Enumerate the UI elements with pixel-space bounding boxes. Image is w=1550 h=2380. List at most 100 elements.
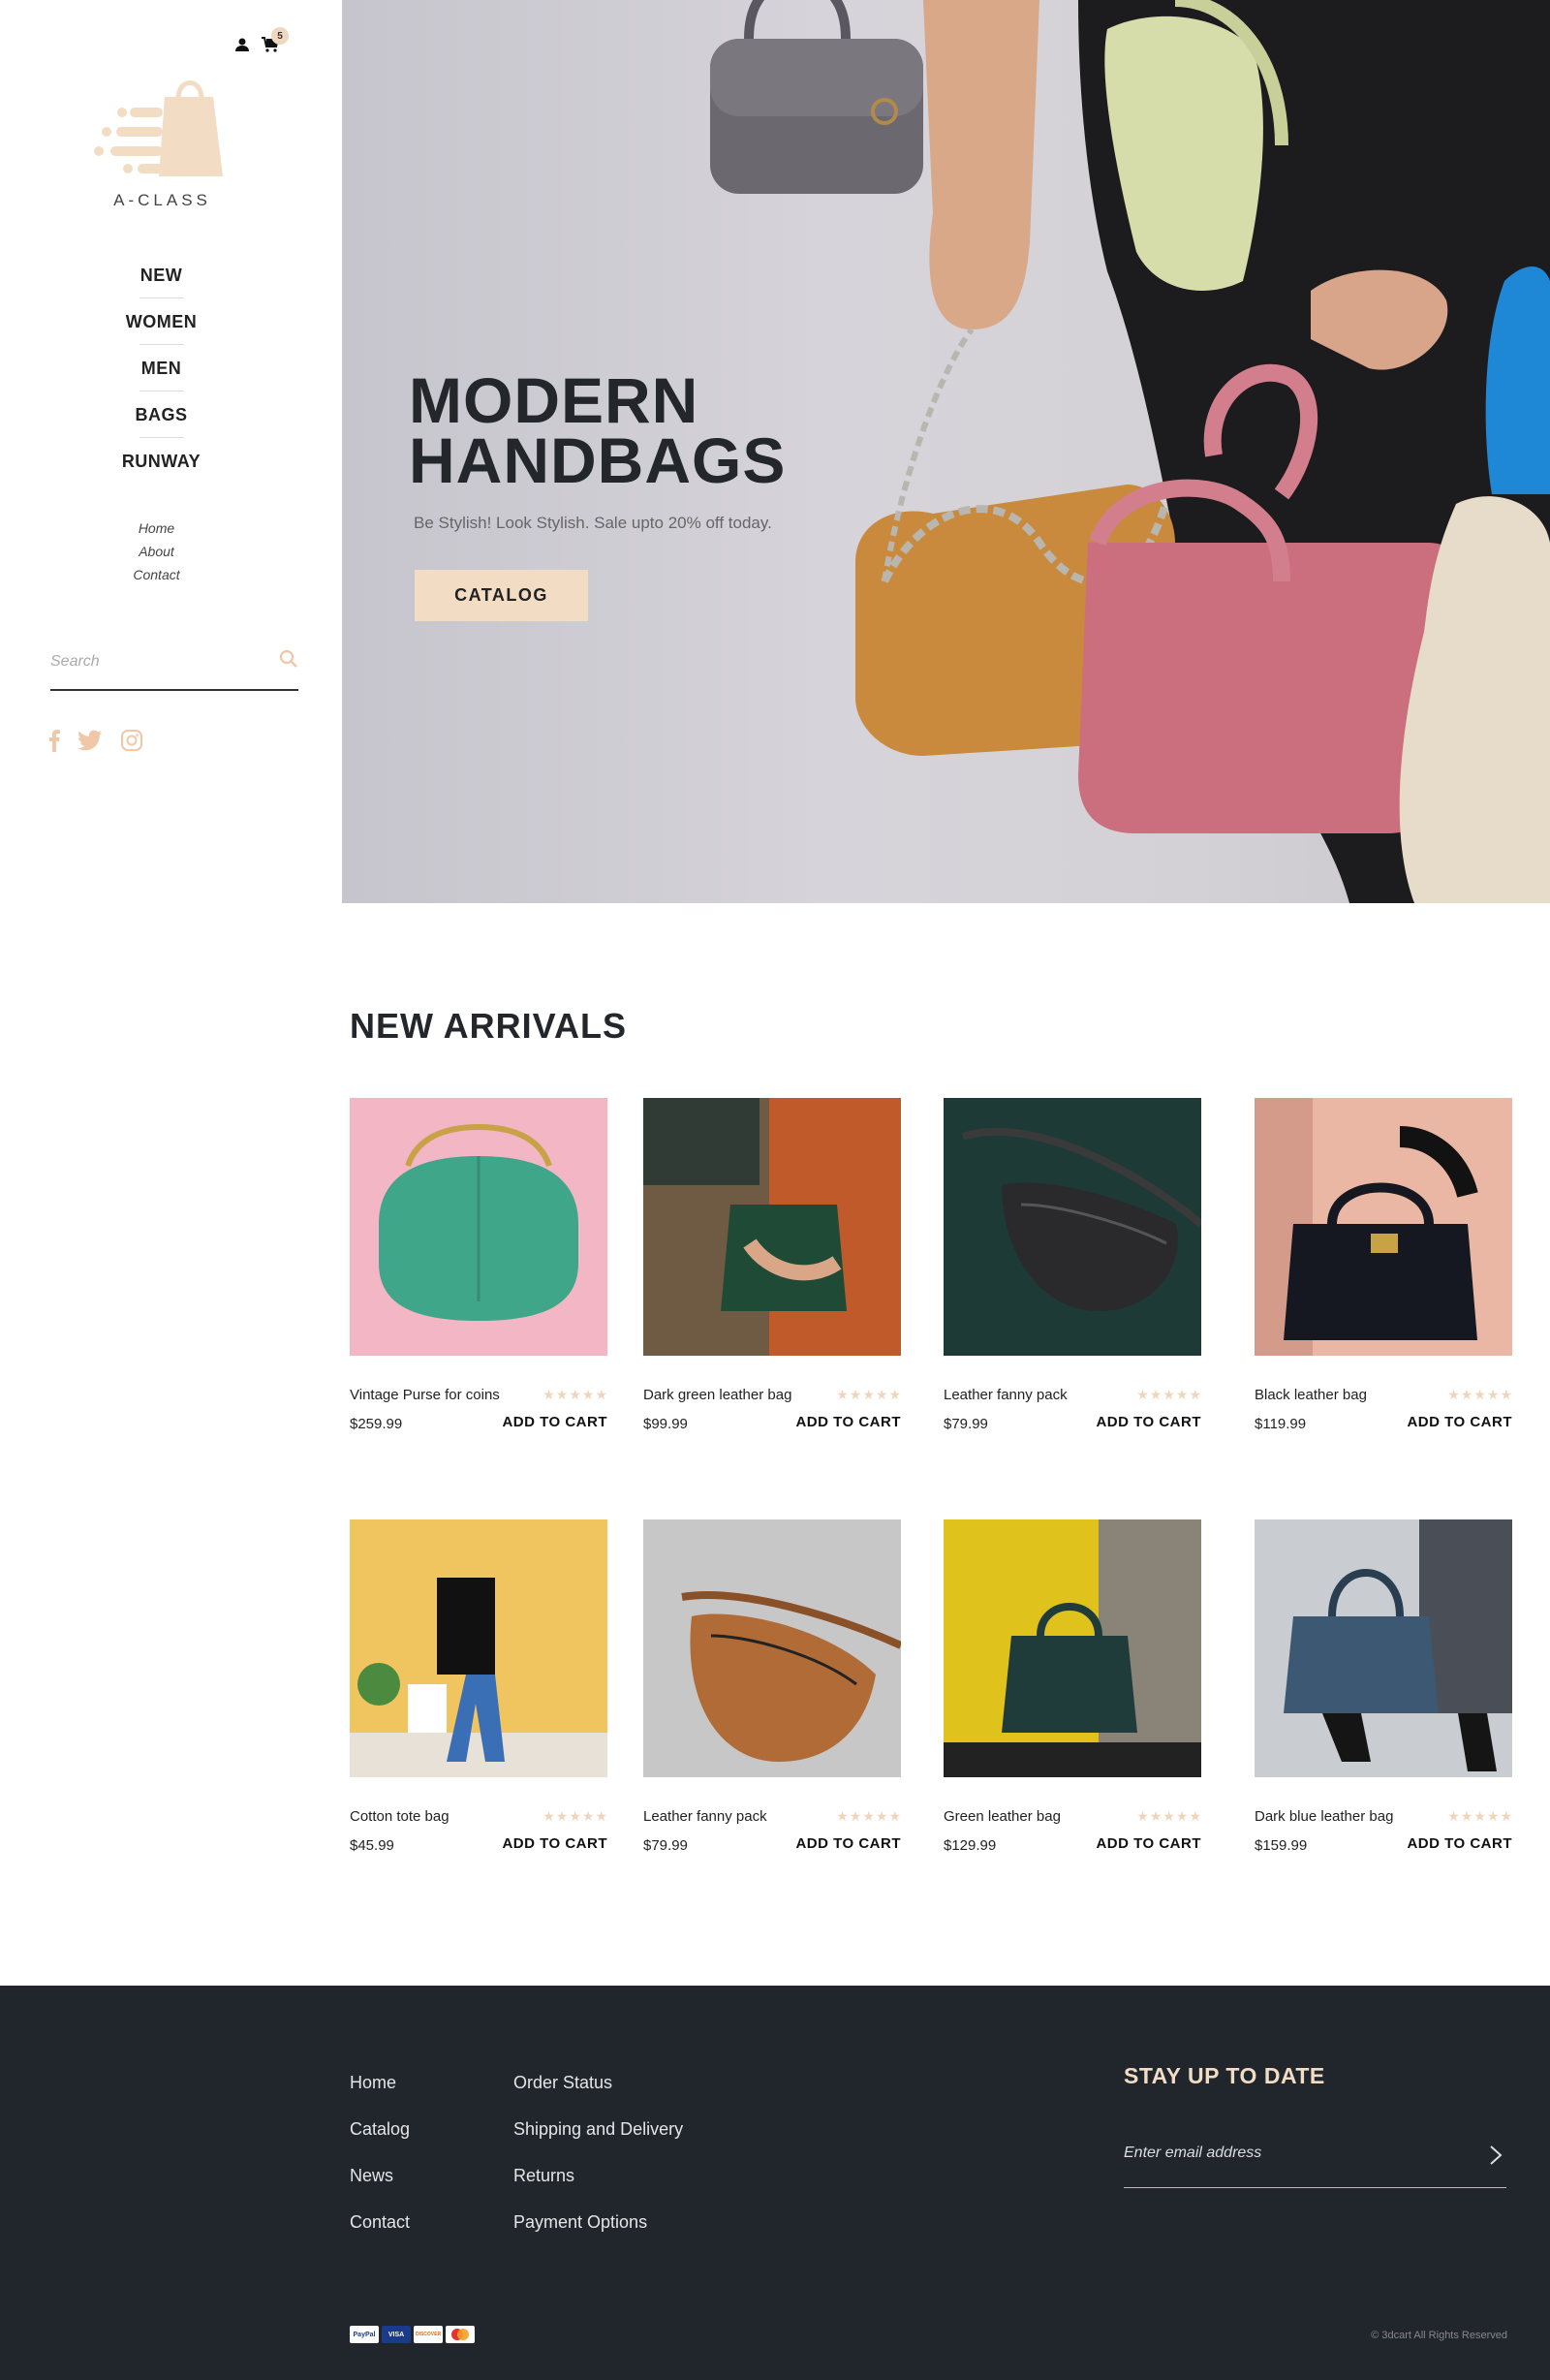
nav-item-runway[interactable]: RUNWAY [0,446,323,492]
product-name[interactable]: Leather fanny pack [944,1387,1068,1403]
product-name[interactable]: Dark blue leather bag [1255,1808,1393,1825]
product-card: Cotton tote bag ★ ★ ★ ★ ★ $45.99 ADD TO CART [350,1519,607,1854]
rating-stars: ★ ★ ★ ★ ★ [836,1808,901,1824]
mastercard-icon [446,2326,475,2343]
social-links [48,729,143,752]
add-to-cart-button[interactable]: ADD TO CART [1407,1414,1512,1430]
footer-link-contact[interactable]: Contact [350,2199,410,2245]
product-image[interactable] [944,1519,1201,1777]
search-icon[interactable] [279,649,298,669]
rating-stars: ★ ★ ★ ★ ★ [1136,1808,1201,1824]
add-to-cart-button[interactable]: ADD TO CART [795,1835,901,1852]
product-price: $79.99 [944,1416,988,1432]
sub-nav-home[interactable]: Home [0,517,313,540]
product-price: $45.99 [350,1837,394,1854]
visa-icon: VISA [382,2326,411,2343]
product-image[interactable] [1255,1098,1512,1356]
product-image[interactable] [643,1519,901,1777]
product-card: Vintage Purse for coins ★ ★ ★ ★ ★ $259.99 AD… [350,1098,607,1432]
product-name[interactable]: Leather fanny pack [643,1808,767,1825]
product-price: $119.99 [1255,1416,1307,1432]
product-name[interactable]: Dark green leather bag [643,1387,791,1403]
catalog-button[interactable]: CATALOG [415,570,588,621]
product-card: Black leather bag ★ ★ ★ ★ ★ $119.99 ADD TO C… [1255,1098,1512,1432]
cart-button[interactable]: 5 [262,27,289,52]
instagram-icon[interactable] [120,729,143,752]
footer-link-news[interactable]: News [350,2152,410,2199]
product-card: Dark green leather bag ★ ★ ★ ★ ★ $99.99 ADD … [643,1098,901,1432]
sub-nav-about[interactable]: About [0,540,313,563]
product-image[interactable] [350,1519,607,1777]
product-image[interactable] [944,1098,1201,1356]
footer-links-col2: Order Status Shipping and Delivery Retur… [513,2059,683,2245]
product-card: Leather fanny pack ★ ★ ★ ★ ★ $79.99 ADD TO C… [643,1519,901,1854]
footer-link-returns[interactable]: Returns [513,2152,683,2199]
add-to-cart-button[interactable]: ADD TO CART [795,1414,901,1430]
chevron-right-icon[interactable] [1489,2145,1503,2166]
secondary-nav: Home About Contact [0,517,313,586]
top-icons: 5 [234,27,289,52]
footer-link-order-status[interactable]: Order Status [513,2059,683,2106]
hero-subtitle: Be Stylish! Look Stylish. Sale upto 20% … [414,514,772,532]
paypal-icon: PayPal [350,2326,379,2343]
product-price: $159.99 [1255,1837,1308,1854]
main-nav: NEW WOMEN MEN BAGS RUNWAY [0,260,323,492]
product-price: $129.99 [944,1837,997,1854]
product-name[interactable]: Black leather bag [1255,1387,1367,1403]
add-to-cart-button[interactable]: ADD TO CART [502,1835,607,1852]
footer-links-col1: Home Catalog News Contact [350,2059,410,2245]
nav-item-women[interactable]: WOMEN [0,306,323,353]
rating-stars: ★ ★ ★ ★ ★ [542,1387,607,1402]
footer-link-shipping[interactable]: Shipping and Delivery [513,2106,683,2152]
product-image[interactable] [1255,1519,1512,1777]
new-arrivals-title: NEW ARRIVALS [350,1006,627,1046]
sub-nav-contact[interactable]: Contact [0,563,313,586]
add-to-cart-button[interactable]: ADD TO CART [1407,1835,1512,1852]
add-to-cart-button[interactable]: ADD TO CART [1096,1414,1201,1430]
copyright: © 3dcart All Rights Reserved [1371,2330,1507,2341]
product-name[interactable]: Cotton tote bag [350,1808,450,1825]
rating-stars: ★ ★ ★ ★ ★ [1447,1808,1512,1824]
footer-link-home[interactable]: Home [350,2059,410,2106]
product-name[interactable]: Vintage Purse for coins [350,1387,500,1403]
nav-item-bags[interactable]: BAGS [0,399,323,446]
footer: Home Catalog News Contact Order Status S… [0,1986,1550,2380]
user-icon[interactable] [234,37,250,52]
hero-title: MODERN HANDBAGS [409,364,787,496]
brand-logo[interactable] [93,78,229,184]
payment-icons: PayPal VISA DISCOVER [350,2326,475,2343]
product-image[interactable] [643,1098,901,1356]
twitter-icon[interactable] [78,730,103,751]
brand-name: A-CLASS [113,191,211,209]
product-image[interactable] [350,1098,607,1356]
rating-stars: ★ ★ ★ ★ ★ [1447,1387,1512,1402]
search-input[interactable] [50,647,264,676]
add-to-cart-button[interactable]: ADD TO CART [502,1414,607,1430]
product-card: Green leather bag ★ ★ ★ ★ ★ $129.99 ADD TO C… [944,1519,1201,1854]
footer-link-payment-options[interactable]: Payment Options [513,2199,683,2245]
add-to-cart-button[interactable]: ADD TO CART [1096,1835,1201,1852]
sidebar: 5 A-CLASS NEW WOMEN MEN BAGS RUNWAY Home… [0,0,342,903]
rating-stars: ★ ★ ★ ★ ★ [542,1808,607,1824]
product-price: $259.99 [350,1416,403,1432]
hero-title-line1: MODERN [409,364,699,436]
rating-stars: ★ ★ ★ ★ ★ [1136,1387,1201,1402]
cart-count-badge: 5 [271,27,289,45]
hero-title-line2: HANDBAGS [409,424,787,496]
product-card: Leather fanny pack ★ ★ ★ ★ ★ $79.99 ADD TO C… [944,1098,1201,1432]
rating-stars: ★ ★ ★ ★ ★ [836,1387,901,1402]
email-field[interactable] [1124,2139,1453,2168]
product-price: $79.99 [643,1837,688,1854]
product-card: Dark blue leather bag ★ ★ ★ ★ ★ $159.99 ADD … [1255,1519,1512,1854]
nav-item-new[interactable]: NEW [0,260,323,306]
footer-link-catalog[interactable]: Catalog [350,2106,410,2152]
product-name[interactable]: Green leather bag [944,1808,1061,1825]
newsletter-form [1124,2133,1506,2188]
product-price: $99.99 [643,1416,688,1432]
facebook-icon[interactable] [48,729,60,752]
nav-item-men[interactable]: MEN [0,353,323,399]
search-box [50,638,298,691]
hero-banner: MODERN HANDBAGS Be Stylish! Look Stylish… [342,0,1550,903]
discover-icon: DISCOVER [414,2326,443,2343]
newsletter-title: STAY UP TO DATE [1124,2063,1325,2088]
